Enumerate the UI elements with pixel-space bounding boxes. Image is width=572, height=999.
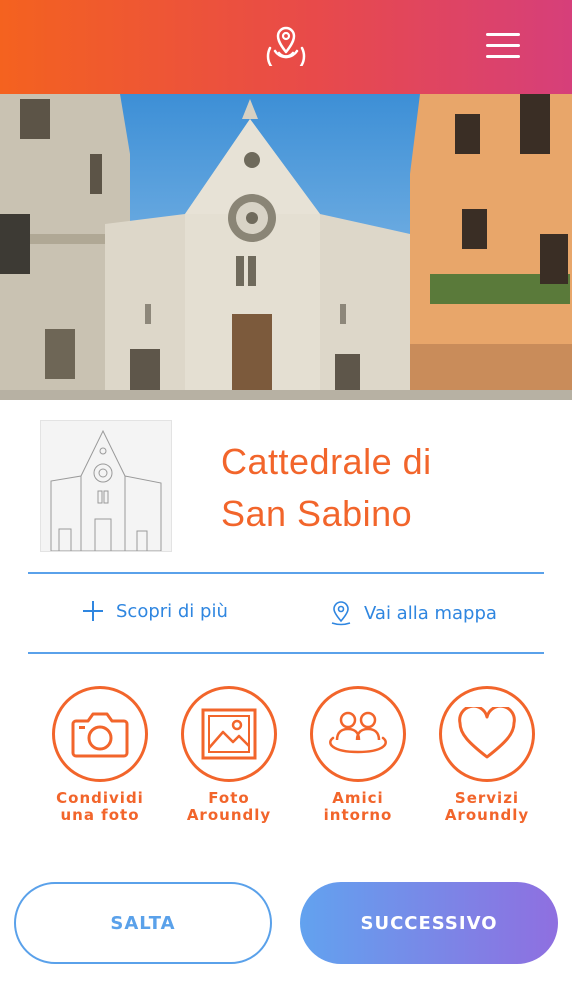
friends-nearby-button[interactable]: Amici intorno (293, 686, 423, 824)
image-icon (201, 708, 257, 760)
plus-icon (83, 601, 103, 621)
feature-label-line2: Aroundly (186, 806, 272, 824)
next-button[interactable]: SUCCESSIVO (300, 882, 558, 964)
title-line-2: San Sabino (221, 493, 413, 534)
discover-more-link[interactable]: Scopri di più (82, 600, 228, 622)
aroundly-photos-button[interactable]: Foto Aroundly (164, 686, 294, 824)
divider-bottom (28, 652, 544, 654)
hero-image-cathedral (0, 94, 572, 400)
feature-label-line1: Amici (332, 789, 384, 807)
feature-label-line2: Aroundly (444, 806, 530, 824)
share-photo-button[interactable]: Condividi una foto (35, 686, 165, 824)
heart-icon (458, 707, 516, 759)
feature-label-line1: Servizi (454, 789, 520, 807)
feature-label-line2: una foto (60, 806, 140, 824)
aroundly-services-button[interactable]: Servizi Aroundly (422, 686, 552, 824)
go-to-map-link[interactable]: Vai alla mappa (330, 600, 497, 626)
feature-label-line1: Foto (208, 789, 250, 807)
feature-label-line2: intorno (323, 806, 393, 824)
divider-top (28, 572, 544, 574)
cathedral-sketch-thumbnail (40, 420, 172, 552)
skip-button[interactable]: SALTA (14, 882, 272, 964)
discover-more-label: Scopri di più (116, 600, 228, 622)
map-pin-logo-icon[interactable] (262, 18, 310, 76)
camera-icon (71, 712, 129, 758)
page-title: Cattedrale di San Sabino (221, 436, 541, 540)
map-pin-icon (331, 601, 351, 626)
go-to-map-label: Vai alla mappa (364, 602, 497, 624)
feature-label-line1: Condividi (56, 789, 144, 807)
title-line-1: Cattedrale di (221, 441, 432, 482)
hamburger-menu-icon[interactable] (486, 33, 522, 59)
top-bar (0, 0, 572, 94)
friends-icon (329, 711, 387, 754)
